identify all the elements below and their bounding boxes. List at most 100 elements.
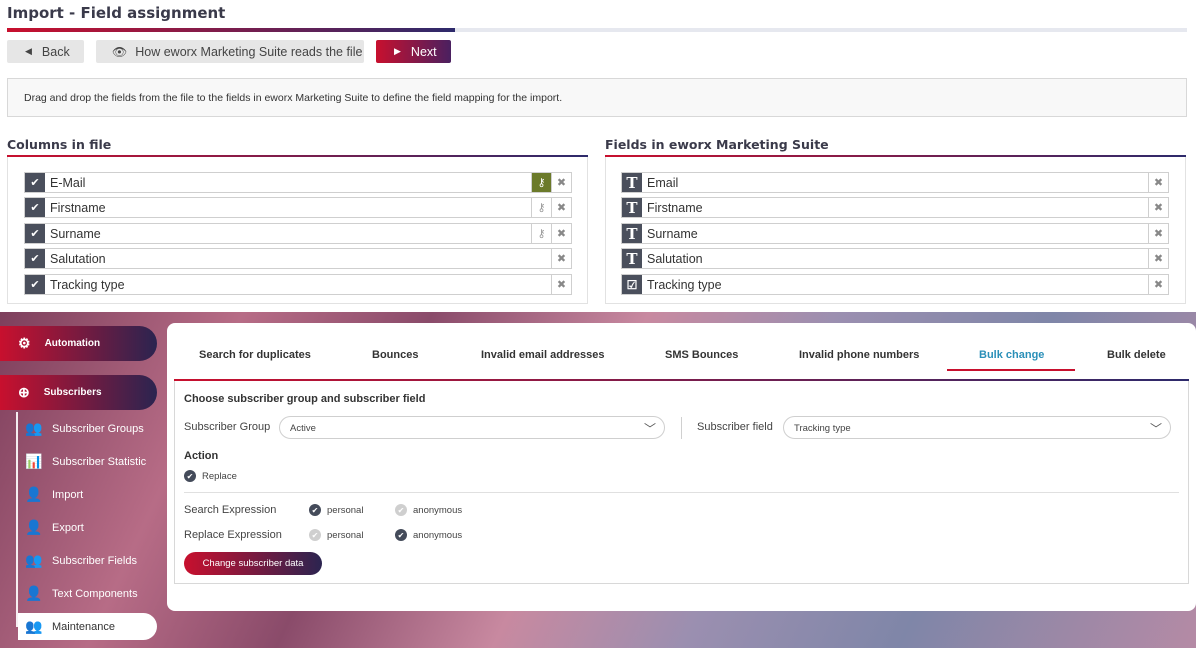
chevron-down-icon: ﹀ (1149, 422, 1162, 436)
tab-bounces[interactable]: Bounces (372, 349, 418, 361)
remove-icon[interactable]: ✖ (551, 249, 571, 268)
checkmark-icon[interactable]: ✔ (25, 224, 45, 243)
active-tab-indicator (947, 369, 1075, 371)
replace-anonymous-radio[interactable]: ✔ anonymous (395, 529, 462, 541)
field-label: Tracking type (647, 277, 722, 292)
column-label: Salutation (50, 251, 106, 266)
subscriber-field-select[interactable]: Tracking type ﹀ (783, 416, 1171, 439)
field-row-tracking-type[interactable]: ☑ Tracking type ✖ (621, 274, 1169, 295)
sidebar-item-label: Text Components (52, 587, 138, 600)
sidebar-item-label: Subscriber Fields (52, 554, 137, 567)
sidebar-item-subscriber-statistic[interactable]: 📊 Subscriber Statistic (24, 448, 146, 475)
wizard-progress-fill (7, 28, 456, 32)
sidebar-item-subscriber-fields[interactable]: 👥 Subscriber Fields (24, 547, 137, 574)
remove-icon[interactable]: ✖ (551, 275, 571, 294)
page-title: Import - Field assignment (7, 4, 226, 22)
text-type-icon: T (622, 249, 642, 268)
column-label: Tracking type (50, 277, 125, 292)
search-anonymous-label: anonymous (413, 504, 463, 516)
field-row-email[interactable]: T Email ✖ (621, 172, 1169, 193)
text-type-icon: T (622, 198, 642, 217)
radio-checked-icon: ✔ (309, 504, 321, 516)
checkmark-icon[interactable]: ✔ (25, 275, 45, 294)
subscribers-icon: ⊕ (18, 384, 30, 400)
sidebar-item-label: Maintenance (52, 620, 115, 633)
maintenance-icon: 👥 (25, 618, 43, 634)
remove-icon[interactable]: ✖ (1148, 224, 1168, 243)
nav-subscribers-label: Subscribers (43, 387, 102, 398)
text-components-icon: 👤 (25, 585, 43, 601)
radio-unchecked-icon: ✔ (309, 529, 321, 541)
sidebar-item-label: Subscriber Statistic (52, 455, 147, 468)
key-icon[interactable]: ⚷ (531, 198, 551, 217)
import-icon: 👤 (25, 486, 43, 502)
text-type-icon: T (622, 224, 642, 243)
sidebar-item-text-components[interactable]: 👤 Text Components (24, 580, 138, 607)
remove-icon[interactable]: ✖ (1148, 198, 1168, 217)
checkmark-icon[interactable]: ✔ (25, 249, 45, 268)
sidebar-item-maintenance[interactable]: 👥 Maintenance (18, 613, 157, 640)
replace-expression-label: Replace Expression (184, 529, 282, 541)
search-anonymous-radio[interactable]: ✔ anonymous (395, 504, 462, 516)
fields-heading: Fields in eworx Marketing Suite (605, 137, 829, 152)
statistic-icon: 📊 (25, 453, 43, 469)
replace-personal-radio[interactable]: ✔ personal (309, 529, 363, 541)
remove-icon[interactable]: ✖ (1148, 275, 1168, 294)
fields-icon: 👥 (25, 552, 43, 568)
tab-invalid-email-addresses[interactable]: Invalid email addresses (481, 349, 605, 361)
subscriber-group-select[interactable]: Active ﹀ (279, 416, 665, 439)
remove-icon[interactable]: ✖ (1148, 249, 1168, 268)
tab-bulk-change[interactable]: Bulk change (979, 349, 1044, 361)
subscriber-group-label: Subscriber Group (184, 421, 271, 433)
next-button[interactable]: ▶ Next (376, 40, 451, 63)
field-row-surname[interactable]: T Surname ✖ (621, 223, 1169, 244)
search-personal-radio[interactable]: ✔ personal (309, 504, 363, 516)
tab-sms-bounces[interactable]: SMS Bounces (665, 349, 738, 361)
checkmark-icon[interactable]: ✔ (25, 173, 45, 192)
eye-icon: 👁 (112, 44, 128, 59)
checkbox-type-icon: ☑ (622, 275, 642, 294)
field-label: Salutation (647, 251, 703, 266)
field-label: Firstname (647, 200, 703, 215)
key-icon[interactable]: ⚷ (531, 224, 551, 243)
subscriber-field-value: Tracking type (794, 423, 851, 434)
field-label: Surname (647, 226, 698, 241)
tab-search-for-duplicates[interactable]: Search for duplicates (199, 349, 311, 361)
nav-subscribers[interactable]: ⊕ Subscribers (0, 375, 157, 410)
section-divider (184, 492, 1179, 493)
column-label: Firstname (50, 200, 106, 215)
nav-automation[interactable]: ⚙ Automation (0, 326, 157, 361)
radio-unchecked-icon: ✔ (395, 504, 407, 516)
column-row-surname[interactable]: ✔ Surname ⚷ ✖ (24, 223, 572, 244)
how-reads-file-button[interactable]: 👁 How eworx Marketing Suite reads the fi… (96, 40, 364, 63)
key-icon[interactable]: ⚷ (531, 173, 551, 192)
users-group-icon: 👥 (25, 420, 43, 436)
field-label: Email (647, 175, 679, 190)
sidebar-item-export[interactable]: 👤 Export (24, 514, 84, 541)
subscriber-group-value: Active (290, 423, 316, 434)
sidebar-item-import[interactable]: 👤 Import (24, 481, 83, 508)
column-row-salutation[interactable]: ✔ Salutation ✖ (24, 248, 572, 269)
columns-heading: Columns in file (7, 137, 112, 152)
tab-bulk-delete[interactable]: Bulk delete (1107, 349, 1166, 361)
action-replace-radio[interactable]: ✔ Replace (184, 470, 237, 482)
remove-icon[interactable]: ✖ (551, 173, 571, 192)
column-row-email[interactable]: ✔ E-Mail ⚷ ✖ (24, 172, 572, 193)
column-row-tracking-type[interactable]: ✔ Tracking type ✖ (24, 274, 572, 295)
replace-personal-label: personal (327, 529, 364, 541)
sidebar-item-label: Subscriber Groups (52, 422, 144, 435)
column-row-firstname[interactable]: ✔ Firstname ⚷ ✖ (24, 197, 572, 218)
sidebar-item-subscriber-groups[interactable]: 👥 Subscriber Groups (24, 415, 144, 442)
checkmark-icon[interactable]: ✔ (25, 198, 45, 217)
remove-icon[interactable]: ✖ (551, 224, 571, 243)
radio-checked-icon: ✔ (184, 470, 196, 482)
tab-invalid-phone-numbers[interactable]: Invalid phone numbers (799, 349, 919, 361)
field-row-salutation[interactable]: T Salutation ✖ (621, 248, 1169, 269)
back-button[interactable]: ◀ Back (7, 40, 84, 63)
change-subscriber-data-button[interactable]: Change subscriber data (184, 552, 322, 575)
field-row-firstname[interactable]: T Firstname ✖ (621, 197, 1169, 218)
remove-icon[interactable]: ✖ (551, 198, 571, 217)
remove-icon[interactable]: ✖ (1148, 173, 1168, 192)
section-title: Choose subscriber group and subscriber f… (184, 393, 426, 405)
export-icon: 👤 (25, 519, 43, 535)
